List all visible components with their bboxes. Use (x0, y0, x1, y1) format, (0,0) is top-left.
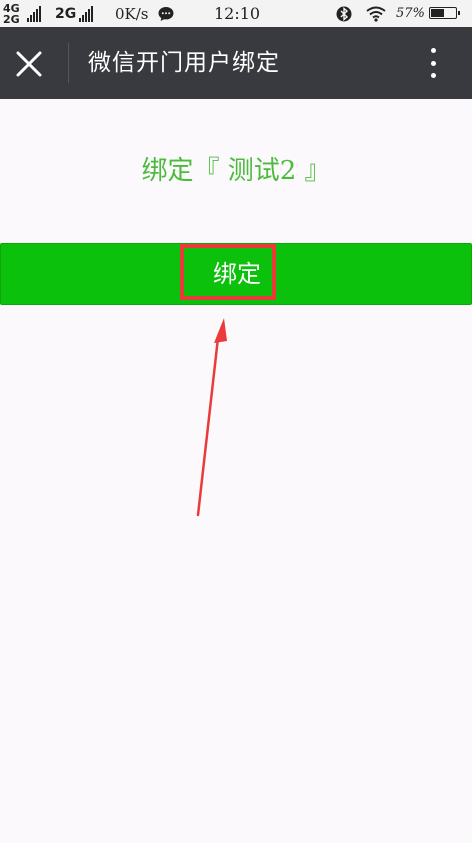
close-icon (16, 51, 42, 77)
title-divider (68, 43, 69, 83)
wifi-icon (366, 0, 386, 27)
network-type: 4G 2G (3, 0, 20, 27)
signal-icon (27, 6, 41, 22)
page-title: 微信开门用户绑定 (88, 50, 280, 76)
close-button[interactable] (14, 49, 44, 79)
bind-heading: 绑定『 测试2 』 (141, 156, 331, 186)
network-type-2g: 2G (3, 12, 20, 26)
more-menu-button[interactable] (420, 45, 446, 81)
more-vertical-icon (430, 48, 436, 53)
clock: 12:10 (214, 4, 261, 23)
network-type-4g: 4G (3, 1, 20, 15)
status-bar: 4G 2G 2G 0K/s 12:10 57% (0, 0, 472, 27)
battery-icon (429, 7, 460, 19)
signal-icon (79, 6, 93, 22)
bluetooth-icon (336, 0, 352, 27)
annotation-arrow (196, 318, 227, 517)
chat-notification-icon (157, 0, 175, 27)
network-speed: 0K/s (115, 4, 149, 23)
annotation-highlight-box (180, 244, 276, 300)
battery-percentage: 57% (396, 6, 425, 21)
title-bar: 微信开门用户绑定 (0, 27, 472, 99)
network-type-2g-secondary: 2G (55, 5, 77, 22)
